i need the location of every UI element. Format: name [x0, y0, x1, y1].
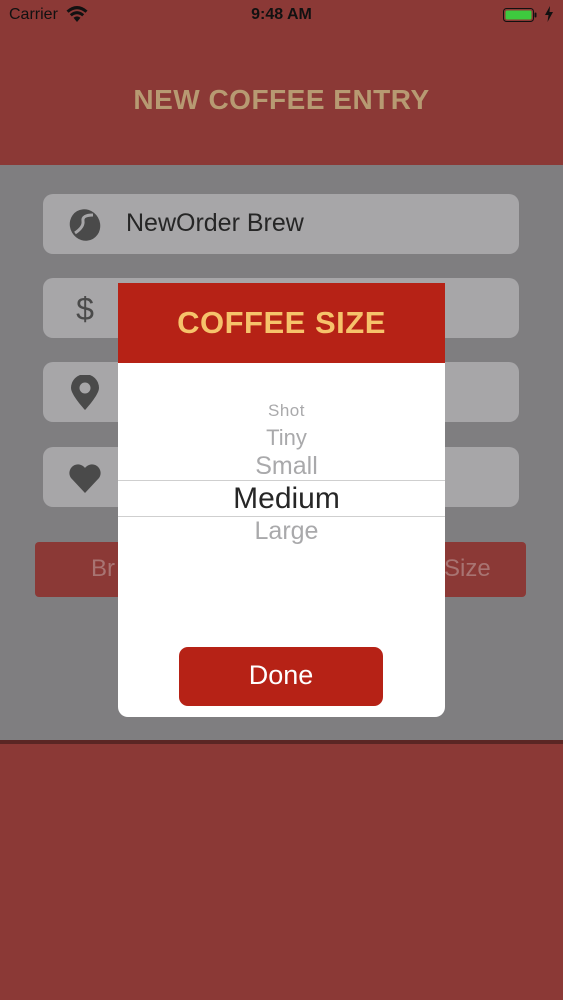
coffee-bean-icon — [69, 209, 101, 241]
header-area: Carrier 9:48 AM NEW COFFEE ENTRY — [0, 0, 563, 165]
svg-text:$: $ — [76, 291, 94, 327]
save-button-label-right: Size — [444, 555, 491, 582]
coffee-name-value: NewOrder Brew — [126, 209, 304, 237]
done-button[interactable]: Done — [179, 647, 383, 706]
page-title: NEW COFFEE ENTRY — [133, 84, 430, 115]
size-option-tiny[interactable]: Tiny — [118, 425, 445, 451]
clock: 9:48 AM — [251, 6, 312, 23]
battery-icon — [503, 8, 537, 22]
modal-header: COFFEE SIZE — [118, 283, 445, 363]
coffee-name-field[interactable]: NewOrder Brew — [43, 194, 519, 254]
modal-title: COFFEE SIZE — [177, 305, 386, 340]
heart-icon — [69, 464, 101, 493]
dollar-icon: $ — [76, 291, 94, 327]
divider — [0, 740, 563, 744]
save-button-label-left: Br — [91, 555, 115, 582]
picker-selection-top-line — [118, 480, 445, 481]
done-button-label: Done — [248, 660, 314, 690]
charging-bolt-icon — [545, 6, 553, 22]
size-option-shot[interactable]: Shot — [118, 401, 445, 421]
size-option-small[interactable]: Small — [118, 452, 445, 481]
size-option-medium[interactable]: Medium — [118, 482, 445, 516]
coffee-size-modal: COFFEE SIZE Shot Tiny Small Medium Large… — [118, 283, 445, 717]
size-option-large[interactable]: Large — [118, 517, 445, 546]
status-bar: Carrier 9:48 AM — [0, 0, 563, 30]
location-pin-icon — [71, 375, 99, 410]
